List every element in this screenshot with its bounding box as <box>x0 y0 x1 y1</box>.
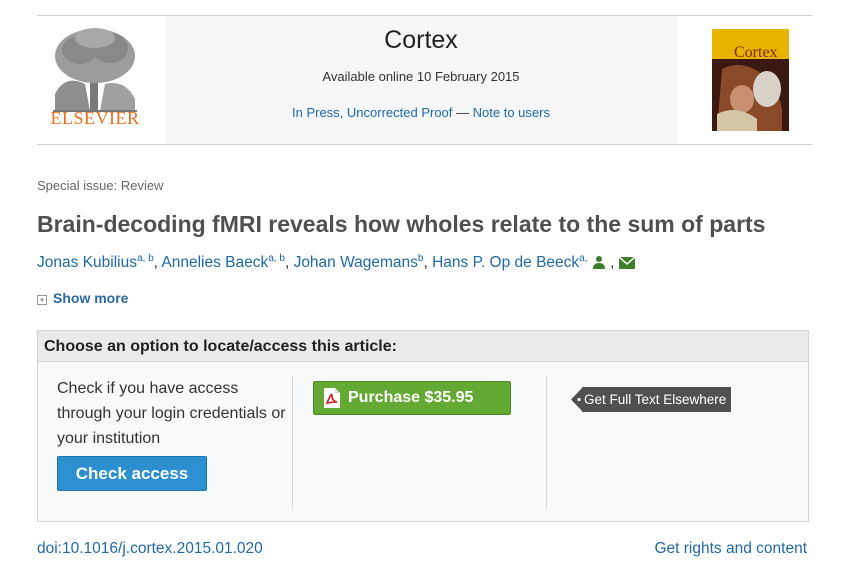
author-affiliation[interactable]: a, <box>579 253 587 264</box>
note-to-users-link[interactable]: Note to users <box>473 105 550 120</box>
journal-header: ELSEVIER Cortex Available online 10 Febr… <box>37 15 812 145</box>
author-affiliation[interactable]: a, b <box>268 253 285 264</box>
author-link[interactable]: Annelies Baeck <box>161 254 268 271</box>
author-link[interactable]: Jonas Kubilius <box>37 254 137 271</box>
doi-link[interactable]: doi:10.1016/j.cortex.2015.01.020 <box>37 540 263 558</box>
in-press-link[interactable]: In Press, Uncorrected Proof <box>292 105 452 120</box>
get-rights-link[interactable]: Get rights and content <box>654 540 807 558</box>
in-press-line: In Press, Uncorrected Proof — Note to us… <box>165 105 677 120</box>
author-affiliation[interactable]: a, b <box>137 253 154 264</box>
article-section-label: Special issue: Review <box>37 178 164 193</box>
purchase-button[interactable]: Purchase $35.95 <box>313 381 511 415</box>
article-title: Brain-decoding fMRI reveals how wholes r… <box>37 211 766 237</box>
check-access-description: Check if you have access through your lo… <box>57 380 286 447</box>
show-more-toggle[interactable]: + Show more <box>37 290 128 306</box>
pdf-icon <box>324 388 340 408</box>
journal-title[interactable]: Cortex <box>165 26 677 55</box>
show-more-label: Show more <box>53 290 129 306</box>
corresponding-author-icon[interactable] <box>592 255 606 269</box>
dash-separator: — <box>456 105 470 120</box>
email-icon[interactable] <box>618 256 636 269</box>
cover-title: Cortex <box>734 44 778 61</box>
access-options-panel: Choose an option to locate/access this a… <box>37 330 809 522</box>
journal-cover-image[interactable]: Cortex <box>712 29 789 131</box>
available-online-date: Available online 10 February 2015 <box>322 69 520 84</box>
access-options-heading: Choose an option to locate/access this a… <box>38 331 808 362</box>
elsevier-wordmark: ELSEVIER <box>50 108 140 128</box>
author-link[interactable]: Hans P. Op de Beeck <box>432 254 579 271</box>
author-link[interactable]: Johan Wagemans <box>294 254 418 271</box>
check-access-button[interactable]: Check access <box>57 456 207 491</box>
expand-plus-icon: + <box>37 295 47 305</box>
column-divider <box>546 375 547 509</box>
elsevier-logo[interactable]: ELSEVIER <box>45 24 145 134</box>
get-full-text-elsewhere-button[interactable]: Get Full Text Elsewhere <box>571 387 731 412</box>
full-text-label: Get Full Text Elsewhere <box>582 387 731 412</box>
column-divider <box>292 375 293 509</box>
author-list: Jonas Kubiliusa, b, Annelies Baecka, b, … <box>37 253 636 272</box>
purchase-label: Purchase $35.95 <box>348 389 474 406</box>
